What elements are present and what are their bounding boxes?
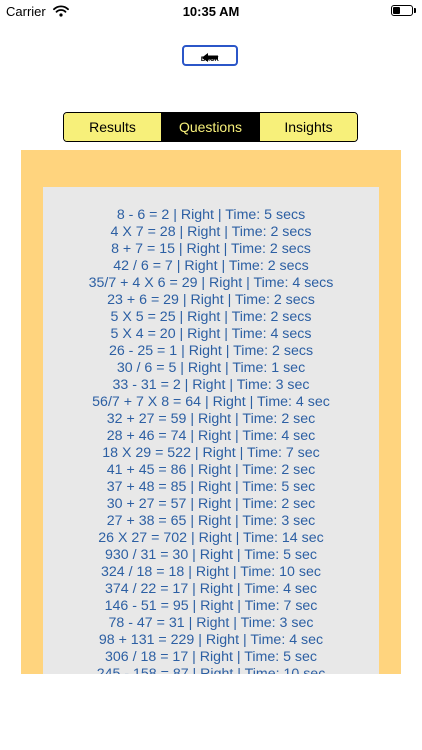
question-row: 37 + 48 = 85 | Right | Time: 5 sec bbox=[106, 479, 316, 495]
question-row: 306 / 18 = 17 | Right | Time: 5 sec bbox=[104, 649, 318, 665]
question-row: 30 + 27 = 57 | Right | Time: 2 sec bbox=[106, 496, 316, 512]
question-row: 30 / 6 = 5 | Right | Time: 1 sec bbox=[116, 360, 306, 376]
question-row: 41 + 45 = 86 | Right | Time: 2 sec bbox=[106, 462, 316, 478]
question-row: 26 - 25 = 1 | Right | Time: 2 secs bbox=[108, 343, 314, 359]
question-row: 8 - 6 = 2 | Right | Time: 5 secs bbox=[116, 207, 306, 223]
question-row: 18 X 29 = 522 | Right | Time: 7 sec bbox=[102, 445, 320, 461]
question-row: 324 / 18 = 18 | Right | Time: 10 sec bbox=[101, 564, 321, 580]
question-row: 5 X 4 = 20 | Right | Time: 4 secs bbox=[110, 326, 312, 342]
question-row: 98 + 131 = 229 | Right | Time: 4 sec bbox=[98, 632, 324, 648]
question-row: 4 X 7 = 28 | Right | Time: 2 secs bbox=[110, 224, 312, 240]
question-row: 28 + 46 = 74 | Right | Time: 4 sec bbox=[106, 428, 316, 444]
battery-icon bbox=[391, 5, 413, 16]
battery-tip bbox=[414, 8, 416, 13]
question-row: 33 - 31 = 2 | Right | Time: 3 sec bbox=[112, 377, 310, 393]
status-bar: Carrier 10:35 AM bbox=[0, 0, 422, 24]
segmented-tabs: Results Questions Insights bbox=[63, 112, 358, 142]
battery-level bbox=[393, 7, 400, 14]
question-row: 245 - 158 = 87 | Right | Time: 10 sec bbox=[96, 666, 326, 674]
question-row: 32 + 27 = 59 | Right | Time: 2 sec bbox=[106, 411, 316, 427]
tab-questions[interactable]: Questions bbox=[161, 113, 259, 141]
question-row: 23 + 6 = 29 | Right | Time: 2 secs bbox=[107, 292, 315, 308]
tab-results[interactable]: Results bbox=[64, 113, 161, 141]
tab-insights[interactable]: Insights bbox=[259, 113, 357, 141]
question-row: 8 + 7 = 15 | Right | Time: 2 secs bbox=[111, 241, 311, 257]
question-row: 930 / 31 = 30 | Right | Time: 5 sec bbox=[104, 547, 318, 563]
questions-list: 8 - 6 = 2 | Right | Time: 5 secs 4 X 7 = … bbox=[43, 207, 379, 674]
question-row: 78 - 47 = 31 | Right | Time: 3 sec bbox=[108, 615, 314, 631]
content-panel: 8 - 6 = 2 | Right | Time: 5 secs 4 X 7 = … bbox=[21, 150, 401, 674]
back-button[interactable]: BACK bbox=[182, 45, 238, 66]
question-row: 374 / 22 = 17 | Right | Time: 4 sec bbox=[104, 581, 318, 597]
question-row: 5 X 5 = 25 | Right | Time: 2 secs bbox=[110, 309, 312, 325]
question-row: 35/7 + 4 X 6 = 29 | Right | Time: 4 secs bbox=[88, 275, 334, 291]
question-row: 146 - 51 = 95 | Right | Time: 7 sec bbox=[104, 598, 318, 614]
question-row: 27 + 38 = 65 | Right | Time: 3 sec bbox=[106, 513, 316, 529]
question-row: 42 / 6 = 7 | Right | Time: 2 secs bbox=[113, 258, 309, 274]
question-row: 26 X 27 = 702 | Right | Time: 14 sec bbox=[98, 530, 324, 546]
question-row: 56/7 + 7 X 8 = 64 | Right | Time: 4 sec bbox=[92, 394, 330, 410]
back-label: BACK bbox=[200, 57, 220, 63]
status-time: 10:35 AM bbox=[182, 4, 240, 19]
questions-scroll-area[interactable]: 8 - 6 = 2 | Right | Time: 5 secs 4 X 7 = … bbox=[43, 187, 379, 674]
